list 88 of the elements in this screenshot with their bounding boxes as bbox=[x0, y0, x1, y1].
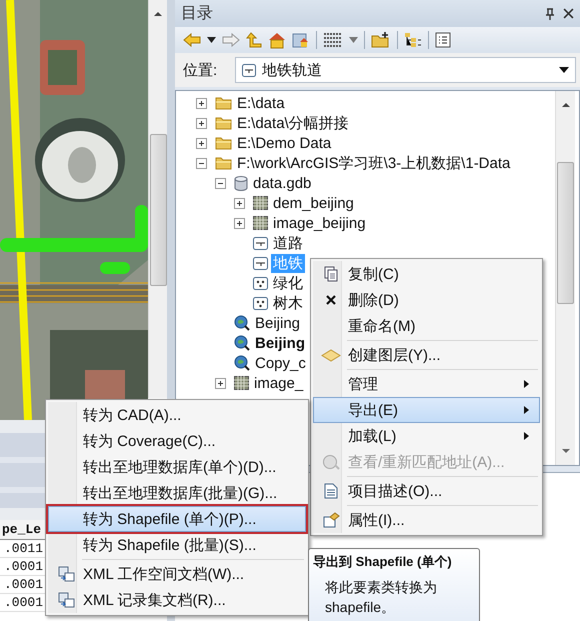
menu-item[interactable]: 转为 Coverage(C)... bbox=[48, 428, 306, 454]
folder-icon bbox=[215, 156, 232, 170]
location-dropdown[interactable]: 地铁轨道 bbox=[235, 57, 576, 83]
tree-item[interactable]: E:\data bbox=[235, 94, 287, 112]
tree-item[interactable]: E:\Demo Data bbox=[235, 134, 334, 152]
caret-icon bbox=[559, 67, 569, 73]
expander-icon[interactable] bbox=[196, 98, 207, 108]
point-layer-icon bbox=[253, 296, 268, 310]
up-arrow-icon[interactable] bbox=[246, 32, 262, 48]
table-cell-text: .0001 bbox=[2, 558, 43, 575]
table-cell-text: .0001 bbox=[2, 594, 43, 611]
menu-item[interactable]: 导出(E) bbox=[313, 397, 540, 423]
tree-view-icon[interactable] bbox=[404, 32, 422, 48]
tree-item[interactable]: image_ bbox=[252, 374, 306, 392]
xml-document-icon bbox=[58, 592, 74, 608]
tooltip-title: 导出到 Shapefile (单个) bbox=[313, 553, 453, 571]
submenu-arrow-icon bbox=[524, 380, 529, 388]
globe-magnifier-icon bbox=[234, 355, 250, 371]
scrollbar[interactable] bbox=[555, 91, 575, 465]
menu-item[interactable]: 删除(D) bbox=[313, 287, 540, 313]
home-icon[interactable] bbox=[268, 32, 286, 48]
menu-item[interactable]: 创建图层(Y)... bbox=[313, 342, 540, 368]
tree-item[interactable]: F:\work\ArcGIS学习班\3-上机数据\1-Data bbox=[235, 154, 512, 172]
scrollbar[interactable] bbox=[148, 0, 167, 398]
menu-item[interactable]: 复制(C) bbox=[313, 261, 540, 287]
document-icon bbox=[324, 483, 338, 499]
tree-item[interactable]: data.gdb bbox=[251, 174, 314, 192]
properties-icon bbox=[322, 512, 340, 528]
submenu-arrow-icon bbox=[524, 432, 529, 440]
location-label: 位置: bbox=[183, 60, 218, 80]
menu-item[interactable]: 转出至地理数据库(单个)(D)... bbox=[48, 454, 306, 480]
folder-icon bbox=[215, 116, 232, 130]
tree-item[interactable]: image_beijing bbox=[271, 214, 368, 232]
tree-item[interactable]: Beijing bbox=[253, 314, 302, 332]
line-layer-icon bbox=[253, 256, 268, 270]
tree-item[interactable]: 道路 bbox=[271, 234, 305, 252]
expander-icon[interactable] bbox=[196, 138, 207, 148]
table-cell-text: .0001 bbox=[2, 576, 43, 593]
database-icon bbox=[234, 176, 248, 190]
copy-icon bbox=[324, 266, 338, 282]
menu-item[interactable]: 转为 CAD(A)... bbox=[48, 402, 306, 428]
panel-title: 目录 bbox=[181, 4, 214, 24]
tree-item[interactable]: Beijing bbox=[253, 334, 308, 352]
submenu-arrow-icon bbox=[524, 406, 529, 414]
line-layer-icon bbox=[253, 236, 268, 250]
expander-icon[interactable] bbox=[196, 118, 207, 128]
globe-magnifier-icon bbox=[234, 335, 250, 351]
expander-icon[interactable] bbox=[215, 378, 226, 388]
tree-item[interactable]: E:\data\分幅拼接 bbox=[235, 114, 351, 132]
folder-icon bbox=[215, 136, 232, 150]
pin-icon[interactable] bbox=[545, 8, 555, 20]
point-layer-icon bbox=[253, 276, 268, 290]
tree-item[interactable]: 绿化 bbox=[271, 274, 305, 292]
folder-icon bbox=[215, 96, 232, 110]
delete-icon bbox=[326, 295, 336, 305]
menu-item[interactable]: 重命名(M) bbox=[313, 313, 540, 339]
menu-item[interactable]: 加载(L) bbox=[313, 423, 540, 449]
database-home-icon[interactable] bbox=[292, 32, 310, 48]
menu-item[interactable]: 项目描述(O)... bbox=[313, 478, 540, 504]
menu-item[interactable]: XML 记录集文档(R)... bbox=[48, 587, 306, 613]
grid-view-icon[interactable] bbox=[323, 32, 343, 48]
caret-icon[interactable] bbox=[207, 37, 216, 43]
back-arrow-icon[interactable] bbox=[183, 33, 201, 47]
tree-item[interactable]: Copy_c bbox=[253, 354, 308, 372]
line-layer-icon bbox=[242, 64, 256, 76]
menu-item[interactable]: 转出至地理数据库(批量)(G)... bbox=[48, 480, 306, 506]
menu-item[interactable]: 属性(I)... bbox=[313, 507, 540, 533]
tree-item[interactable]: dem_beijing bbox=[271, 194, 356, 212]
tooltip-text: 将此要素类转换为 shapefile。 bbox=[324, 578, 438, 617]
menu-item[interactable]: XML 工作空间文档(W)... bbox=[48, 561, 306, 587]
close-icon[interactable] bbox=[563, 8, 574, 19]
globe-magnifier-icon bbox=[234, 315, 250, 331]
raster-grid-icon bbox=[253, 196, 268, 210]
expander-icon[interactable] bbox=[234, 218, 245, 228]
globe-icon bbox=[322, 454, 340, 470]
new-folder-icon[interactable] bbox=[371, 32, 391, 48]
expander-icon[interactable] bbox=[196, 158, 207, 168]
raster-grid-icon bbox=[253, 216, 268, 230]
table-cell-text: .0011 bbox=[2, 540, 43, 557]
raster-grid-icon bbox=[234, 376, 249, 390]
tree-item[interactable]: 树木 bbox=[271, 294, 305, 312]
details-icon[interactable] bbox=[435, 32, 451, 48]
layer-icon bbox=[321, 348, 341, 362]
expander-icon[interactable] bbox=[234, 198, 245, 208]
xml-document-icon bbox=[58, 566, 74, 582]
expander-icon[interactable] bbox=[215, 178, 226, 188]
menu-item[interactable]: 转为 Shapefile (单个)(P)... bbox=[48, 506, 306, 532]
menu-item[interactable]: 管理 bbox=[313, 371, 540, 397]
